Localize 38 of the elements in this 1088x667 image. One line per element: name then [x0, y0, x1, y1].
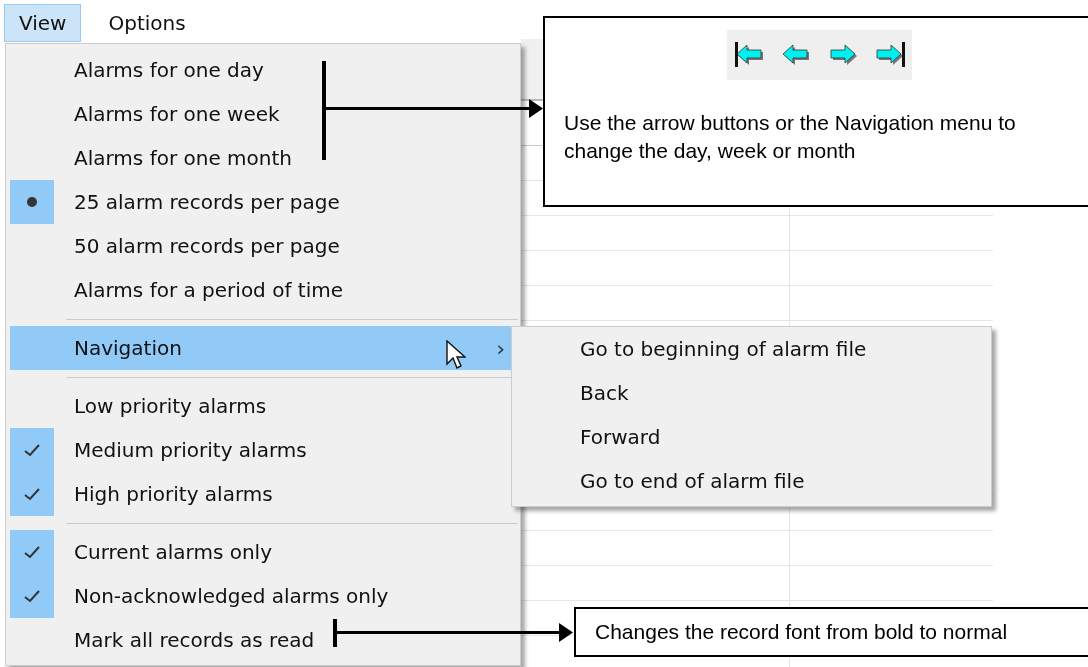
menu-item-label: Alarms for a period of time — [74, 278, 343, 302]
bullet-icon — [26, 196, 38, 208]
menu-item[interactable]: Low priority alarms — [10, 384, 515, 428]
menu-item-label: High priority alarms — [74, 482, 273, 506]
menu-item[interactable]: Current alarms only — [10, 530, 515, 574]
menu-item[interactable]: Go to beginning of alarm file — [512, 327, 991, 371]
menu-item-label: Current alarms only — [74, 540, 272, 564]
menu-item-label: 50 alarm records per page — [74, 234, 340, 258]
callout-text: Use the arrow buttons or the Navigation menu to change the day, week or month — [564, 110, 1017, 164]
menu-item-label: Medium priority alarms — [74, 438, 307, 462]
mouse-pointer-icon — [446, 340, 466, 370]
menu-title[interactable]: View — [4, 4, 82, 42]
menu-item[interactable]: Medium priority alarms — [10, 428, 515, 472]
menu-item-label: 25 alarm records per page — [74, 190, 340, 214]
menu-item-label: Alarms for one week — [74, 102, 280, 126]
menu-item[interactable]: Alarms for a period of time — [10, 268, 515, 312]
checkmark-icon — [24, 443, 40, 457]
menu-item[interactable]: 50 alarm records per page — [10, 224, 515, 268]
menu-item-label: Alarms for one month — [74, 146, 292, 170]
callout-text: Changes the record font from bold to normal — [595, 619, 1008, 645]
menu-title[interactable]: Options — [93, 4, 201, 42]
menu-item[interactable]: Go to end of alarm file — [512, 459, 991, 503]
menu-item[interactable]: Mark all records as read — [10, 618, 515, 662]
chevron-icon: › — [496, 335, 505, 361]
checkmark-icon — [24, 545, 40, 559]
menu-item[interactable]: Non-acknowledged alarms only — [10, 574, 515, 618]
checkmark-icon — [24, 487, 40, 501]
menu-item[interactable]: Forward — [512, 415, 991, 459]
menu-item[interactable]: Alarms for one week — [10, 92, 515, 136]
menu-item[interactable]: Alarms for one day — [10, 48, 515, 92]
menu-item[interactable]: 25 alarm records per page — [10, 180, 515, 224]
menu-item-label: Non-acknowledged alarms only — [74, 584, 389, 608]
checkmark-icon — [24, 589, 40, 603]
menu-item[interactable]: Back — [512, 371, 991, 415]
menu-item[interactable]: High priority alarms — [10, 472, 515, 516]
menu-item-label: Low priority alarms — [74, 394, 267, 418]
menu-item-label: Alarms for one day — [74, 58, 264, 82]
menu-item[interactable]: Alarms for one month — [10, 136, 515, 180]
